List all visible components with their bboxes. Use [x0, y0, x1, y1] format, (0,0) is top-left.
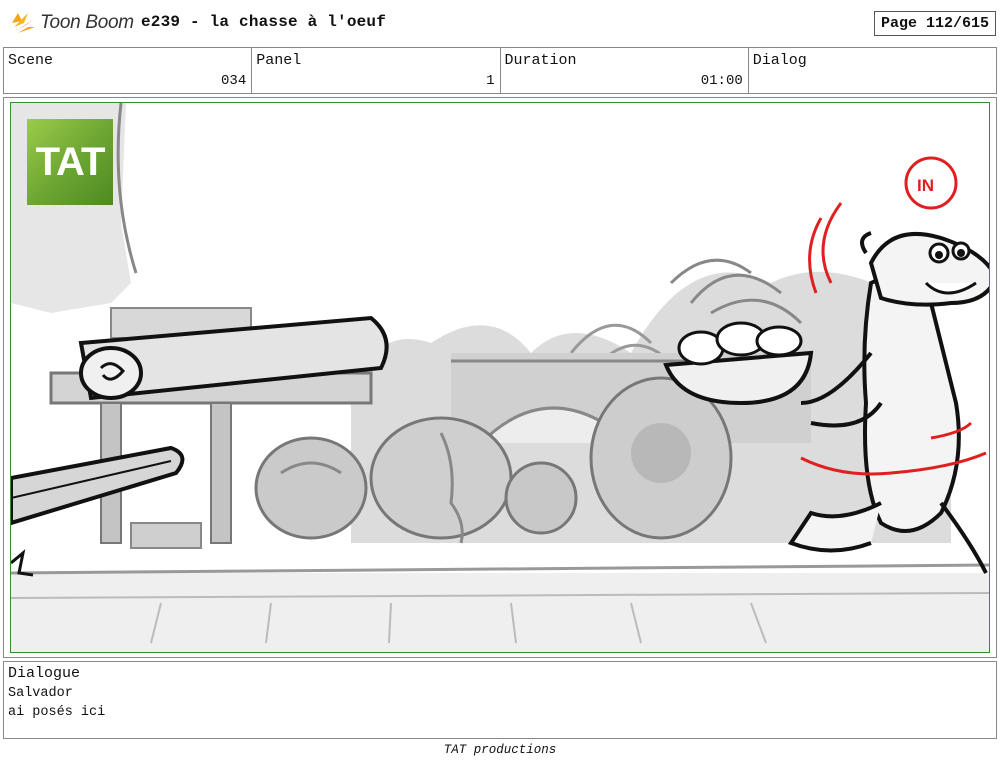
brand-name: Toon Boom — [40, 12, 134, 33]
duration-label: Duration — [504, 52, 577, 69]
scene-field: Scene 034 — [4, 48, 253, 93]
panel-field: Panel 1 — [252, 48, 501, 93]
page-indicator: Page 112/615 — [874, 11, 996, 36]
tat-watermark-logo: TAT — [27, 119, 113, 205]
storyboard-panel-image: IN TAT — [10, 102, 990, 653]
dialogue-line: ai posés ici — [8, 705, 106, 720]
panel-value: 1 — [486, 73, 495, 89]
dialogue-title: Dialogue — [8, 665, 81, 682]
document-title: e239 - la chasse à l'oeuf — [141, 13, 387, 31]
toon-boom-logo: Toon Boom — [8, 8, 134, 38]
dialogue-box: Dialogue Salvador ai posés ici — [3, 661, 997, 739]
star-burst-icon — [12, 13, 35, 33]
dialog-field: Dialog — [749, 48, 996, 93]
scene-label: Scene — [8, 52, 54, 69]
in-annotation: IN — [917, 176, 934, 195]
storyboard-sketch: IN — [11, 103, 989, 652]
header: Toon Boom e239 - la chasse à l'oeuf Page… — [0, 0, 1000, 46]
scene-value: 034 — [221, 73, 247, 89]
dialogue-line: Salvador — [8, 686, 73, 701]
duration-value: 01:00 — [700, 73, 743, 89]
duration-field: Duration 01:00 — [501, 48, 749, 93]
panel-label: Panel — [256, 52, 302, 69]
panel-info-row: Scene 034 Panel 1 Duration 01:00 Dialog — [3, 47, 997, 94]
dialog-label: Dialog — [752, 52, 807, 69]
tat-watermark-text: TAT — [35, 139, 106, 184]
footer-credit: TAT productions — [443, 743, 557, 757]
